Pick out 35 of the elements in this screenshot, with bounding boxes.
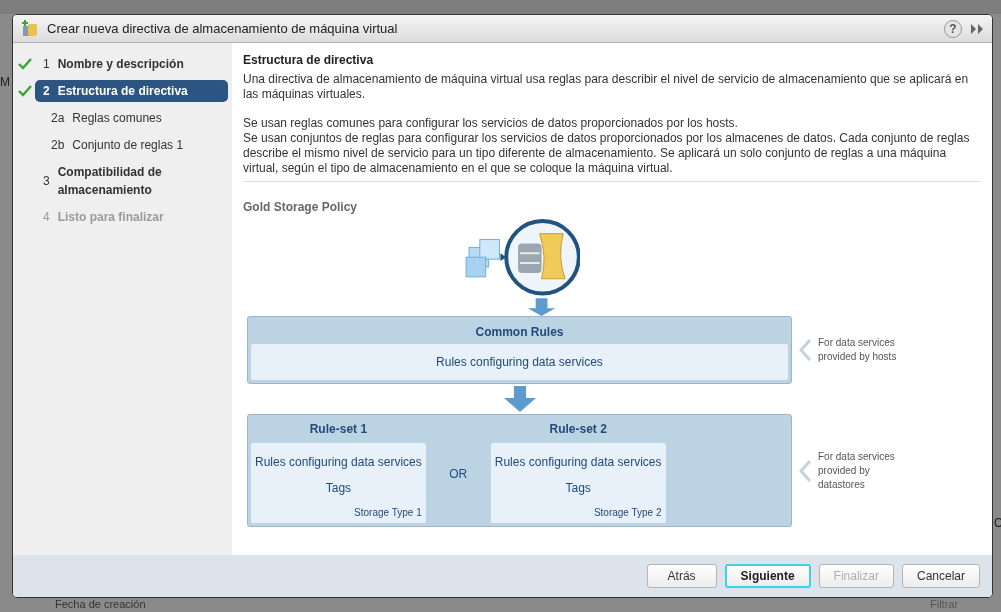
section-heading: Estructura de directiva bbox=[243, 52, 375, 69]
rule-text: Rules configuring data services bbox=[255, 454, 422, 471]
dialog-button[interactable]: Siguiente bbox=[724, 564, 811, 588]
background-text: Fecha de creación bbox=[55, 598, 146, 611]
storage-type-label: Storage Type 1 bbox=[354, 506, 422, 520]
policy-icon bbox=[21, 19, 39, 38]
panel-title: Rule-set 1 bbox=[308, 421, 369, 438]
side-note: For data services provided by hosts bbox=[818, 336, 898, 364]
background-text: M bbox=[0, 74, 10, 91]
checkmark-icon bbox=[18, 85, 32, 97]
double-chevron-icon[interactable] bbox=[970, 22, 984, 35]
or-label: OR bbox=[449, 466, 468, 483]
rule-text: Rules configuring data services bbox=[494, 454, 662, 471]
wizard-step[interactable]: 2a Reglas comunes bbox=[35, 107, 228, 129]
side-note: For data services provided by datastores bbox=[818, 449, 896, 492]
chevron-left-icon bbox=[798, 338, 812, 362]
rule-text: Tags bbox=[325, 480, 352, 497]
panel-title: Rule-set 2 bbox=[548, 421, 608, 438]
help-button[interactable]: ? bbox=[944, 19, 962, 38]
policy-name: Gold Storage Policy bbox=[243, 199, 359, 216]
wizard-step[interactable]: 1 Nombre y descripción bbox=[35, 53, 228, 75]
checkmark-icon bbox=[18, 58, 32, 70]
dialog-button[interactable]: Cancelar bbox=[901, 564, 980, 588]
window-title: Crear nueva directiva de almacenamiento de máquina virtual bbox=[47, 19, 399, 38]
description-paragraph: Una directiva de almacenamiento de máquina virtual usa reglas para describir el nivel de servicio de almacenamiento que se aplicará en las máquinas virtuales. bbox=[243, 72, 970, 102]
chevron-left-icon bbox=[798, 458, 812, 483]
storage-type-label: Storage Type 2 bbox=[593, 506, 662, 520]
panel-title: Common Rules bbox=[474, 324, 565, 341]
rules-text: Rules configuring data services bbox=[251, 344, 788, 380]
rule-text: Tags bbox=[565, 480, 591, 497]
down-arrow-icon bbox=[503, 386, 536, 412]
dialog-button[interactable]: Atrás bbox=[646, 564, 717, 588]
wizard-step[interactable]: 2b Conjunto de reglas 1 bbox=[35, 134, 228, 156]
wizard-step[interactable]: 2 Estructura de directiva bbox=[35, 80, 228, 102]
description-paragraph: Se usan reglas comunes para configurar los servicios de datos proporcionados por los hosts. Se usan conjuntos de reglas para configurar los servicios de datos proporcionados por los almacenes de datos. Cada conjunto de reglas describe el mismo nivel de servicio para un tipo diferente de almacenamiento. Se aplicará un solo conjunto de reglas a una máquina virtual, según el tipo de almacenamiento en el que se coloque la máquina virtual. bbox=[243, 116, 971, 176]
